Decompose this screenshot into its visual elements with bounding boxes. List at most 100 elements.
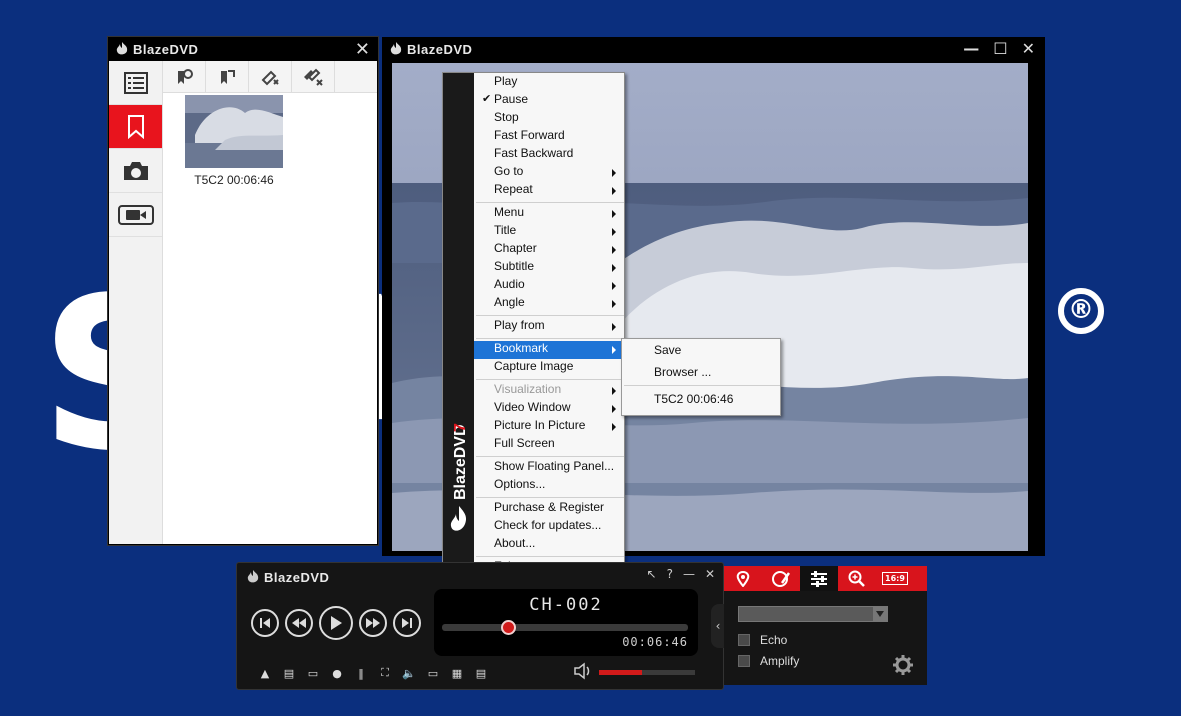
bookmark-window: BlazeDVD ✕ T5C2 00:06:46 xyxy=(107,36,379,546)
submenu-arrow-icon xyxy=(612,300,616,308)
amplify-checkbox[interactable]: Amplify xyxy=(738,654,799,668)
menu-item-capture-image[interactable]: Capture Image xyxy=(474,359,624,377)
menu-item-options[interactable]: Options... xyxy=(474,477,624,495)
close-button[interactable]: ✕ xyxy=(705,567,715,581)
submenu-bookmark-entry[interactable]: T5C2 00:06:46 xyxy=(622,388,780,410)
chevron-down-icon xyxy=(873,607,887,621)
playlist-button[interactable]: ▤ xyxy=(469,664,493,682)
menu-item-label: Subtitle xyxy=(494,259,535,273)
gear-icon[interactable] xyxy=(892,654,914,676)
menu-item-bookmark[interactable]: Bookmark xyxy=(474,341,624,359)
menu-item-stop[interactable]: Stop xyxy=(474,110,624,128)
close-icon[interactable]: ✕ xyxy=(355,39,370,60)
tab-color[interactable] xyxy=(762,566,800,591)
seek-bar[interactable] xyxy=(442,620,688,635)
minimize-button[interactable]: — xyxy=(963,39,979,58)
menu-item-fast-forward[interactable]: Fast Forward xyxy=(474,128,624,146)
tab-zoom[interactable] xyxy=(838,566,876,591)
menu-item-show-floating-panel[interactable]: Show Floating Panel... xyxy=(474,459,624,477)
menu-item-repeat[interactable]: Repeat xyxy=(474,182,624,200)
menu-item-chapter[interactable]: Chapter xyxy=(474,241,624,259)
menu-item-picture-in-picture[interactable]: Picture In Picture xyxy=(474,418,624,436)
volume-slider[interactable] xyxy=(599,670,695,675)
menu-item-label: Visualization xyxy=(494,382,562,396)
fullscreen-button[interactable]: ⛶ xyxy=(373,664,397,682)
menu-item-play-from[interactable]: Play from xyxy=(474,318,624,336)
aspect-button[interactable]: ▤ xyxy=(277,664,301,682)
menu-item-go-to[interactable]: Go to xyxy=(474,164,624,182)
amplify-checkbox-box[interactable] xyxy=(738,655,750,667)
sidebar-item-list[interactable] xyxy=(109,61,162,105)
minimize-button[interactable]: — xyxy=(683,567,695,581)
close-button[interactable]: ✕ xyxy=(1022,39,1035,58)
fast-forward-button[interactable] xyxy=(359,609,387,637)
menu-item-pause[interactable]: ✔ Pause xyxy=(474,92,624,110)
sidebar-item-capture[interactable] xyxy=(109,149,162,193)
submenu-arrow-icon xyxy=(612,323,616,331)
panel-toggle-handle[interactable]: ‹ xyxy=(711,604,725,648)
menu-item-angle[interactable]: Angle xyxy=(474,295,624,313)
main-window-titlebar[interactable]: BlazeDVD xyxy=(382,37,1045,61)
bookmark-jump-button[interactable] xyxy=(206,61,249,93)
menu-button[interactable]: ▦ xyxy=(445,664,469,682)
submenu-browser[interactable]: Browser ... xyxy=(622,361,780,383)
previous-chapter-button[interactable] xyxy=(251,609,279,637)
speaker-icon[interactable] xyxy=(573,662,593,680)
bookmark-clear-all-icon xyxy=(304,68,323,86)
help-button[interactable]: ? xyxy=(667,567,673,581)
menu-item-menu[interactable]: Menu xyxy=(474,205,624,223)
rewind-button[interactable] xyxy=(285,609,313,637)
eject-button[interactable]: ▲ xyxy=(253,664,277,682)
echo-checkbox-box[interactable] xyxy=(738,634,750,646)
menu-item-subtitle[interactable]: Subtitle xyxy=(474,259,624,277)
menu-item-audio[interactable]: Audio xyxy=(474,277,624,295)
bookmark-window-logo: BlazeDVD xyxy=(114,41,198,57)
tab-aspect-ratio[interactable]: 16:9 xyxy=(876,566,914,591)
skip-back-icon xyxy=(260,618,270,628)
tab-equalizer[interactable] xyxy=(800,566,838,591)
seek-handle[interactable] xyxy=(501,620,517,635)
menu-item-fast-backward[interactable]: Fast Backward xyxy=(474,146,624,164)
menu-item-label: Capture Image xyxy=(494,359,574,373)
bookmark-go-button[interactable] xyxy=(163,61,206,93)
record-button[interactable]: ● xyxy=(325,664,349,682)
sidebar-item-video-capture[interactable] xyxy=(109,193,162,237)
menu-item-label: Purchase & Register xyxy=(494,500,605,514)
menu-item-play[interactable]: Play xyxy=(474,74,624,92)
menu-item-check-for-updates[interactable]: Check for updates... xyxy=(474,518,624,536)
bookmark-thumbnail[interactable] xyxy=(185,95,283,168)
menu-separator xyxy=(476,497,624,498)
bookmark-toolbar xyxy=(163,61,377,93)
menu-item-full-screen[interactable]: Full Screen xyxy=(474,436,624,454)
submenu-save[interactable]: Save xyxy=(622,339,780,361)
menu-item-title[interactable]: Title xyxy=(474,223,624,241)
bookmark-window-titlebar[interactable]: BlazeDVD ✕ xyxy=(108,37,378,61)
menu-separator xyxy=(476,202,624,203)
logo-text: BlazeDVD xyxy=(264,569,330,585)
tab-location[interactable] xyxy=(724,566,762,591)
effect-preset-dropdown[interactable] xyxy=(738,606,888,622)
next-chapter-button[interactable] xyxy=(393,609,421,637)
menu-item-label: Repeat xyxy=(494,182,533,196)
menu-item-label: Bookmark xyxy=(494,341,549,355)
audio-button[interactable]: 🔈 xyxy=(397,664,421,682)
open-folder-button[interactable]: ▭ xyxy=(301,664,325,682)
submenu-arrow-icon xyxy=(612,346,616,354)
control-bar-logo[interactable]: BlazeDVD xyxy=(245,569,329,585)
play-button[interactable] xyxy=(319,606,353,640)
menu-item-video-window[interactable]: Video Window xyxy=(474,400,624,418)
equalizer-button[interactable]: ‖ xyxy=(349,664,373,682)
menu-item-about[interactable]: About... xyxy=(474,536,624,554)
maximize-button[interactable]: ☐ xyxy=(993,39,1007,58)
subtitle-button[interactable]: ▭ xyxy=(421,664,445,682)
list-icon xyxy=(123,71,148,94)
bookmark-submenu: Save Browser ... T5C2 00:06:46 xyxy=(621,338,781,416)
audio-effects-panel: 16:9 Echo Amplify xyxy=(724,566,927,685)
echo-checkbox[interactable]: Echo xyxy=(738,633,787,647)
bookmark-delete-button[interactable] xyxy=(249,61,292,93)
wave-thumbnail-image xyxy=(185,95,283,168)
sidebar-item-bookmark[interactable] xyxy=(109,105,162,149)
bookmark-clear-all-button[interactable] xyxy=(292,61,335,93)
menu-item-purchase-register[interactable]: Purchase & Register xyxy=(474,500,624,518)
pin-button[interactable]: ↖ xyxy=(647,567,657,581)
